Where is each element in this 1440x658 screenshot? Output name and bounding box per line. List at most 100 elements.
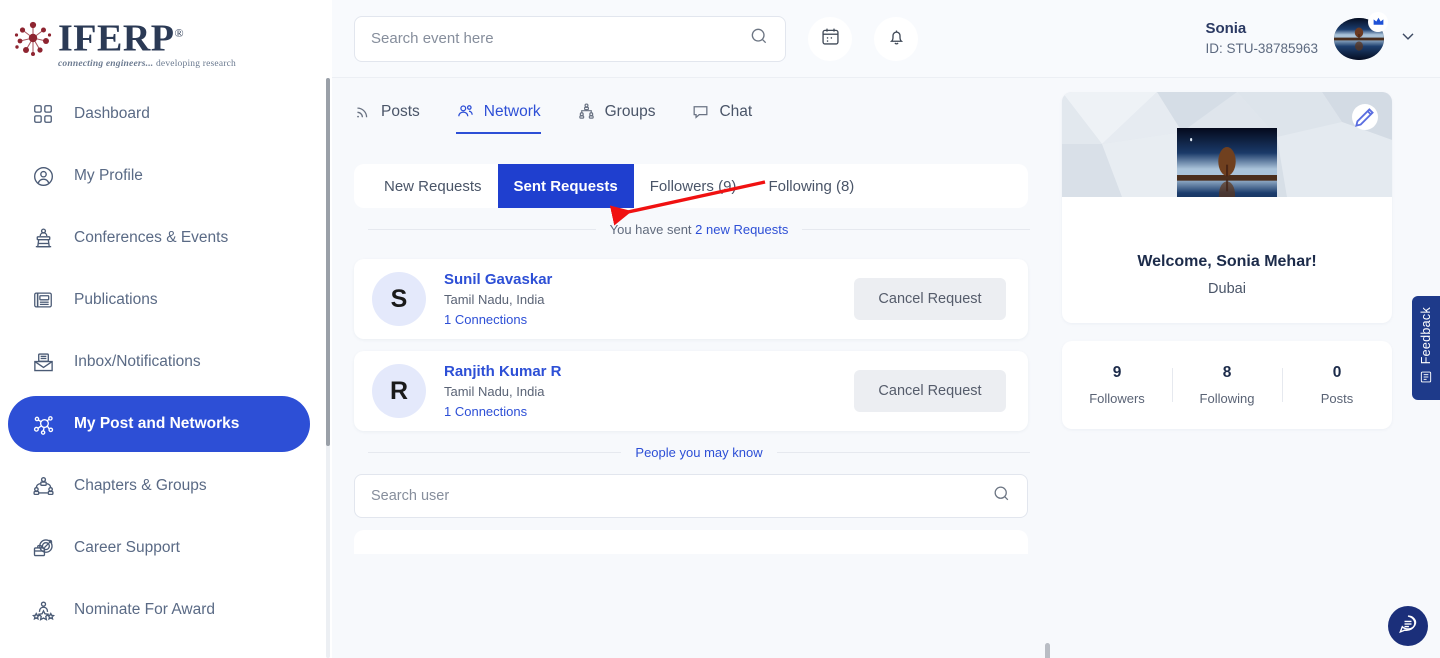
chat-bubble-icon (691, 102, 710, 121)
sidebar-item-dashboard[interactable]: Dashboard (8, 86, 310, 142)
avatar-initial: R (372, 364, 426, 418)
cancel-request-button[interactable]: Cancel Request (854, 370, 1006, 412)
event-search-box[interactable] (354, 16, 786, 62)
subtab-following[interactable]: Following (8) (752, 164, 870, 208)
user-search-box[interactable] (354, 474, 1028, 518)
network-subtabs: New Requests Sent Requests Followers (9)… (354, 164, 1028, 208)
profile-location: Dubai (1062, 281, 1392, 297)
tab-chat[interactable]: Chat (691, 102, 752, 130)
user-id: ID: STU-38785963 (1205, 40, 1318, 58)
user-menu[interactable]: Sonia ID: STU-38785963 (1205, 18, 1440, 60)
tab-label: Groups (605, 103, 656, 121)
pymk-list-partial (354, 530, 1028, 554)
person-name[interactable]: Ranjith Kumar R (444, 362, 562, 381)
sidebar-item-my-post-and-networks[interactable]: My Post and Networks (8, 396, 310, 452)
network-column: Posts Network (354, 78, 1044, 658)
subtab-sent-requests[interactable]: Sent Requests (498, 164, 634, 208)
network-panel: New Requests Sent Requests Followers (9)… (354, 164, 1028, 208)
subtab-label: New Requests (384, 178, 482, 195)
tab-label: Posts (381, 103, 420, 121)
app-root: IFERP® connecting engineers... developin… (0, 0, 1440, 658)
profile-body: Welcome, Sonia Mehar! Dubai (1062, 197, 1392, 323)
sidebar-item-publications[interactable]: Publications (8, 272, 310, 328)
stats-card: 9 Followers 8 Following 0 Posts (1062, 341, 1392, 429)
sidebar-label: My Post and Networks (74, 415, 239, 433)
sent-requests-banner-text: You have sent 2 new Requests (596, 222, 803, 237)
divider-line-right (777, 452, 1030, 453)
grid-icon (26, 103, 60, 125)
table-row[interactable]: S Sunil Gavaskar Tamil Nadu, India 1 Con… (354, 259, 1028, 339)
sidebar-scrollbar-thumb[interactable] (326, 78, 330, 446)
stat-following[interactable]: 8 Following (1172, 364, 1282, 406)
content-area: Posts Network (332, 78, 1440, 658)
person-location: Tamil Nadu, India (444, 290, 552, 309)
avatar-initial: S (372, 272, 426, 326)
table-row[interactable]: R Ranjith Kumar R Tamil Nadu, India 1 Co… (354, 351, 1028, 431)
chevron-down-icon[interactable] (1398, 26, 1418, 51)
content-scrollbar-thumb[interactable] (1045, 643, 1050, 658)
request-info: Sunil Gavaskar Tamil Nadu, India 1 Conne… (444, 270, 552, 329)
calendar-button[interactable] (808, 17, 852, 61)
tab-posts[interactable]: Posts (354, 103, 420, 130)
search-user-input[interactable] (371, 488, 992, 504)
sidebar: IFERP® connecting engineers... developin… (0, 0, 332, 658)
avatar[interactable] (1334, 18, 1384, 60)
sidebar-item-inbox-notifications[interactable]: Inbox/Notifications (8, 334, 310, 390)
divider-line-left (368, 229, 596, 230)
sidebar-item-nominate-for-award[interactable]: Nominate For Award (8, 582, 310, 638)
person-connections[interactable]: 1 Connections (444, 402, 562, 421)
tab-groups[interactable]: Groups (577, 102, 656, 130)
sidebar-item-career-support[interactable]: Career Support (8, 520, 310, 576)
brand-tagline: connecting engineers... developing resea… (58, 59, 236, 69)
subtab-new-requests[interactable]: New Requests (368, 164, 498, 208)
welcome-text: Welcome, Sonia Mehar! (1062, 253, 1392, 271)
notifications-button[interactable] (874, 17, 918, 61)
search-icon[interactable] (992, 484, 1011, 508)
sidebar-label: Nominate For Award (74, 601, 215, 619)
sidebar-label: My Profile (74, 167, 143, 185)
newspaper-icon (26, 289, 60, 311)
search-icon[interactable] (749, 26, 769, 51)
sidebar-label: Career Support (74, 539, 180, 557)
award-stars-icon (26, 599, 60, 622)
subtab-label: Sent Requests (514, 178, 618, 195)
sidebar-label: Inbox/Notifications (74, 353, 201, 371)
edit-cover-button[interactable] (1352, 104, 1378, 130)
calendar-icon (820, 26, 841, 52)
request-info: Ranjith Kumar R Tamil Nadu, India 1 Conn… (444, 362, 562, 421)
profile-card: Welcome, Sonia Mehar! Dubai (1062, 92, 1392, 323)
divider-line-right (802, 229, 1030, 230)
divider-line-left (368, 452, 621, 453)
tab-network[interactable]: Network (456, 102, 541, 130)
sidebar-item-chapters-groups[interactable]: Chapters & Groups (8, 458, 310, 514)
stat-followers[interactable]: 9 Followers (1062, 364, 1172, 406)
chat-support-icon (1397, 613, 1419, 640)
tab-label: Chat (719, 103, 752, 121)
chat-support-button[interactable] (1388, 606, 1428, 646)
main-area: Sonia ID: STU-38785963 (332, 0, 1440, 658)
cancel-request-button[interactable]: Cancel Request (854, 278, 1006, 320)
people-network-icon (26, 475, 60, 498)
sidebar-item-my-profile[interactable]: My Profile (8, 148, 310, 204)
person-name[interactable]: Sunil Gavaskar (444, 270, 552, 289)
sidebar-nav: Dashboard My Profile (0, 86, 332, 638)
user-circle-icon (26, 165, 60, 188)
iferp-logo-icon (10, 16, 56, 62)
subtab-label: Followers (9) (650, 178, 737, 195)
stat-value: 0 (1282, 364, 1392, 382)
stat-posts[interactable]: 0 Posts (1282, 364, 1392, 406)
feedback-tab-button[interactable]: Feedback (1412, 296, 1440, 400)
user-name: Sonia (1205, 20, 1318, 38)
pymk-label: People you may know (621, 445, 776, 460)
cover-banner (1062, 92, 1392, 197)
tab-label: Network (484, 103, 541, 121)
sidebar-item-conferences-events[interactable]: Conferences & Events (8, 210, 310, 266)
subtab-followers[interactable]: Followers (9) (634, 164, 753, 208)
brand-logo[interactable]: IFERP® connecting engineers... developin… (0, 0, 332, 78)
sidebar-label: Chapters & Groups (74, 477, 207, 495)
network-nodes-icon (26, 413, 60, 436)
feedback-label: Feedback (1419, 307, 1433, 364)
search-input[interactable] (371, 30, 749, 47)
user-meta: Sonia ID: STU-38785963 (1205, 20, 1318, 58)
person-connections[interactable]: 1 Connections (444, 310, 552, 329)
